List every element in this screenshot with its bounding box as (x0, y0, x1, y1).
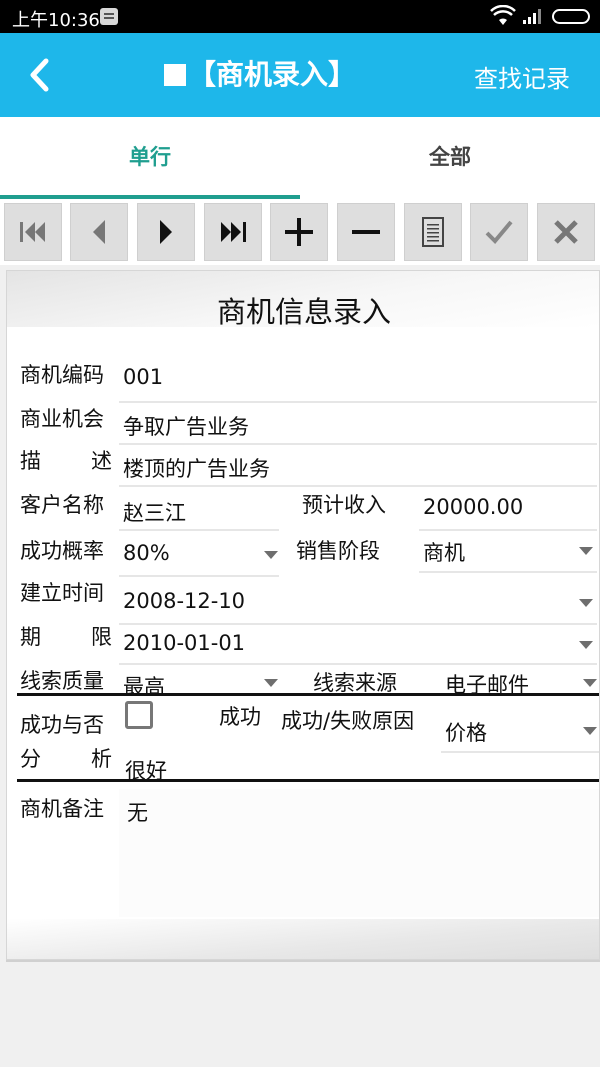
add-icon (285, 218, 313, 246)
probability-dropdown-icon[interactable] (264, 551, 278, 559)
customer-field[interactable]: 赵三江 (123, 497, 186, 527)
opportunity-underline (119, 443, 597, 445)
panel-footer-bg (7, 919, 599, 959)
reason-underline (441, 751, 599, 753)
add-record-button[interactable] (270, 203, 328, 261)
cancel-button[interactable] (537, 203, 595, 261)
probability-select[interactable]: 80% (123, 541, 170, 565)
deadline-field[interactable]: 2010-01-01 (123, 631, 245, 655)
customer-underline (119, 529, 279, 531)
signal-icon (523, 9, 541, 24)
form-panel: 商机信息录入 商机编码 001 商业机会 争取广告业务 描 述 楼顶的广告业务 … (6, 270, 600, 960)
description-label-2: 述 (91, 449, 112, 473)
created-date-dropdown-icon[interactable] (579, 599, 593, 607)
probability-label: 成功概率 (20, 539, 104, 563)
lead-source-dropdown-icon[interactable] (583, 679, 597, 687)
confirm-icon (485, 220, 513, 244)
lead-quality-dropdown-icon[interactable] (264, 679, 278, 687)
first-record-button[interactable] (4, 203, 62, 261)
next-record-button[interactable] (137, 203, 195, 261)
last-record-button[interactable] (204, 203, 262, 261)
remarks-text: 无 (127, 801, 148, 825)
page-title-text: 【商机录入】 (188, 58, 357, 91)
description-underline (119, 485, 597, 487)
created-date-label: 建立时间 (20, 581, 104, 605)
section-divider-2 (17, 779, 599, 782)
section-divider-1 (17, 693, 599, 696)
notification-icon (100, 8, 118, 25)
record-toolbar (0, 199, 600, 265)
opportunity-label: 商业机会 (20, 407, 104, 431)
form-title: 商机信息录入 (216, 295, 391, 329)
income-underline (419, 529, 597, 531)
first-record-icon (20, 222, 45, 242)
stage-underline (419, 571, 597, 573)
tab-bar: 单行 全部 (0, 117, 600, 199)
customer-label: 客户名称 (20, 493, 104, 517)
delete-record-button[interactable] (337, 203, 395, 261)
square-icon (164, 64, 186, 86)
reason-dropdown-icon[interactable] (583, 727, 597, 735)
analysis-label-2: 析 (91, 747, 112, 771)
deadline-label-2: 限 (91, 625, 112, 649)
opportunity-field[interactable]: 争取广告业务 (123, 411, 249, 441)
previous-record-button[interactable] (70, 203, 128, 261)
deadline-label-1: 期 (20, 625, 41, 649)
remarks-textarea[interactable] (119, 789, 599, 917)
success-checkbox-label: 成功 (219, 705, 261, 729)
list-button[interactable] (404, 203, 462, 261)
page-title: 【商机录入】 (164, 53, 356, 93)
description-field[interactable]: 楼顶的广告业务 (123, 453, 270, 483)
created-date-field[interactable]: 2008-12-10 (123, 589, 245, 613)
code-field[interactable]: 001 (123, 365, 163, 389)
sales-stage-select[interactable]: 商机 (423, 537, 465, 567)
deadline-underline (119, 663, 597, 665)
previous-icon (93, 220, 105, 244)
expected-income-label: 预计收入 (302, 493, 386, 517)
battery-icon (552, 9, 590, 24)
last-record-icon (221, 222, 246, 242)
remarks-label: 商机备注 (20, 797, 104, 821)
sales-stage-dropdown-icon[interactable] (579, 547, 593, 555)
tab-single-row[interactable]: 单行 (0, 117, 300, 199)
cancel-icon (554, 220, 578, 244)
code-label: 商机编码 (20, 363, 104, 387)
description-label-1: 描 (20, 449, 41, 473)
analysis-label-1: 分 (20, 747, 41, 771)
code-underline (119, 401, 597, 403)
confirm-button[interactable] (470, 203, 528, 261)
sales-stage-label: 销售阶段 (296, 539, 380, 563)
find-records-button[interactable]: 查找记录 (474, 59, 570, 94)
probability-underline (119, 575, 279, 577)
list-icon (422, 217, 444, 247)
tab-all[interactable]: 全部 (300, 117, 600, 199)
status-bar: 上午10:36 (0, 0, 600, 33)
deadline-dropdown-icon[interactable] (579, 641, 593, 649)
back-arrow-icon[interactable] (22, 55, 62, 95)
reason-label: 成功/失败原因 (281, 709, 415, 733)
next-icon (160, 220, 172, 244)
lead-quality-select[interactable]: 最高 (123, 671, 165, 701)
lead-quality-label: 线索质量 (20, 669, 104, 693)
success-checkbox[interactable] (125, 701, 153, 729)
app-bar: 【商机录入】 查找记录 (0, 33, 600, 117)
expected-income-field[interactable]: 20000.00 (423, 495, 523, 519)
success-label: 成功与否 (20, 713, 104, 737)
wifi-icon (490, 5, 516, 25)
created-underline (119, 623, 597, 625)
reason-select[interactable]: 价格 (445, 717, 487, 747)
status-time: 上午10:36 (12, 10, 100, 31)
remove-icon (352, 230, 380, 234)
panel-bottom-edge (6, 960, 600, 962)
